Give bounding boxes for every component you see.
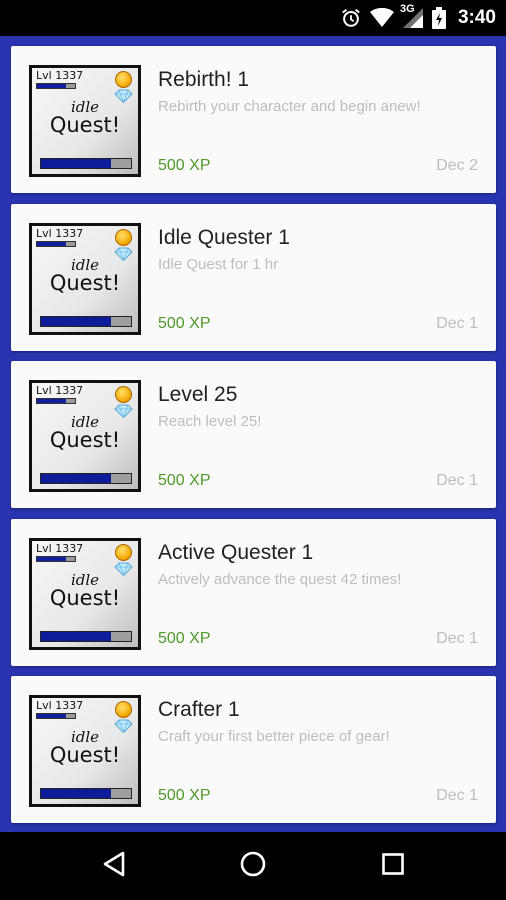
quest-progress-fill	[41, 474, 112, 483]
xp-bar-fill	[37, 399, 66, 403]
home-icon	[240, 851, 266, 882]
logo-quest-text: Quest!	[49, 271, 121, 295]
quest-progress-bar	[40, 473, 132, 484]
network-type-label: 3G	[399, 3, 415, 15]
achievement-xp: 500 XP	[158, 787, 211, 804]
xp-bar	[36, 241, 76, 247]
coin-icon	[115, 229, 132, 246]
achievement-description: Reach level 25!	[158, 413, 262, 430]
achievement-card[interactable]: Lvl 1337 idle Quest! Idle Quester 1 Idle Que…	[11, 204, 496, 351]
achievement-card[interactable]: Lvl 1337 idle Quest! Active Quester 1 Active…	[11, 519, 496, 666]
coin-icon	[115, 71, 132, 88]
xp-bar	[36, 713, 76, 719]
xp-bar-fill	[37, 242, 66, 246]
level-label: Lvl 1337	[36, 227, 84, 240]
achievement-image: Lvl 1337 idle Quest!	[29, 65, 141, 177]
achievement-card[interactable]: Lvl 1337 idle Quest! Rebirth! 1 Rebirth your…	[11, 46, 496, 193]
achievement-date: Dec 2	[436, 157, 478, 174]
recents-button[interactable]	[353, 832, 433, 900]
quest-progress-fill	[41, 632, 112, 641]
xp-bar-fill	[37, 557, 66, 561]
status-icons: 3G 3:40	[340, 0, 496, 36]
achievement-title: Crafter 1	[158, 698, 240, 721]
quest-progress-fill	[41, 789, 112, 798]
back-button[interactable]	[74, 832, 154, 900]
level-label: Lvl 1337	[36, 542, 84, 555]
achievement-xp: 500 XP	[158, 157, 211, 174]
logo-quest-text: Quest!	[49, 743, 121, 767]
recents-icon	[382, 852, 404, 880]
level-label: Lvl 1337	[36, 699, 84, 712]
achievement-xp: 500 XP	[158, 472, 211, 489]
level-label: Lvl 1337	[36, 69, 84, 82]
coin-icon	[115, 386, 132, 403]
achievement-title: Active Quester 1	[158, 541, 314, 564]
wifi-icon	[369, 8, 394, 28]
achievement-title: Rebirth! 1	[158, 68, 250, 91]
xp-bar	[36, 83, 76, 89]
achievement-date: Dec 1	[436, 472, 478, 489]
achievement-date: Dec 1	[436, 630, 478, 647]
level-label: Lvl 1337	[36, 384, 84, 397]
achievement-description: Actively advance the quest 42 times!	[158, 571, 402, 588]
status-time: 3:40	[457, 7, 496, 28]
logo-quest-text: Quest!	[49, 428, 121, 452]
back-icon	[102, 851, 126, 882]
quest-progress-bar	[40, 158, 132, 169]
xp-bar	[36, 398, 76, 404]
quest-progress-bar	[40, 631, 132, 642]
coin-icon	[115, 701, 132, 718]
achievement-date: Dec 1	[436, 787, 478, 804]
quest-progress-fill	[41, 159, 112, 168]
logo-quest-text: Quest!	[49, 586, 121, 610]
coin-icon	[115, 544, 132, 561]
achievement-description: Rebirth your character and begin anew!	[158, 98, 421, 115]
achievement-description: Craft your first better piece of gear!	[158, 728, 390, 745]
achievement-image: Lvl 1337 idle Quest!	[29, 538, 141, 650]
achievement-title: Idle Quester 1	[158, 226, 290, 249]
alarm-icon	[340, 7, 362, 29]
achievement-card[interactable]: Lvl 1337 idle Quest! Crafter 1 Craft your fi…	[11, 676, 496, 823]
achievements-list[interactable]: Lvl 1337 idle Quest! Rebirth! 1 Rebirth your…	[0, 36, 506, 832]
achievement-description: Idle Quest for 1 hr	[158, 256, 279, 273]
xp-bar-fill	[37, 714, 66, 718]
quest-progress-fill	[41, 317, 112, 326]
achievement-date: Dec 1	[436, 315, 478, 332]
achievement-card[interactable]: Lvl 1337 idle Quest! Level 25 Reach level 25…	[11, 361, 496, 508]
battery-charging-icon	[431, 7, 446, 29]
xp-bar	[36, 556, 76, 562]
quest-progress-bar	[40, 788, 132, 799]
achievement-image: Lvl 1337 idle Quest!	[29, 380, 141, 492]
logo-quest-text: Quest!	[49, 113, 121, 137]
status-bar: 3G 3:40	[0, 0, 506, 36]
achievement-title: Level 25	[158, 383, 238, 406]
achievement-xp: 500 XP	[158, 630, 211, 647]
achievement-image: Lvl 1337 idle Quest!	[29, 223, 141, 335]
quest-progress-bar	[40, 316, 132, 327]
navigation-bar	[0, 832, 506, 900]
xp-bar-fill	[37, 84, 66, 88]
signal-icon: 3G	[400, 3, 424, 29]
achievement-xp: 500 XP	[158, 315, 211, 332]
home-button[interactable]	[213, 832, 293, 900]
achievement-image: Lvl 1337 idle Quest!	[29, 695, 141, 807]
